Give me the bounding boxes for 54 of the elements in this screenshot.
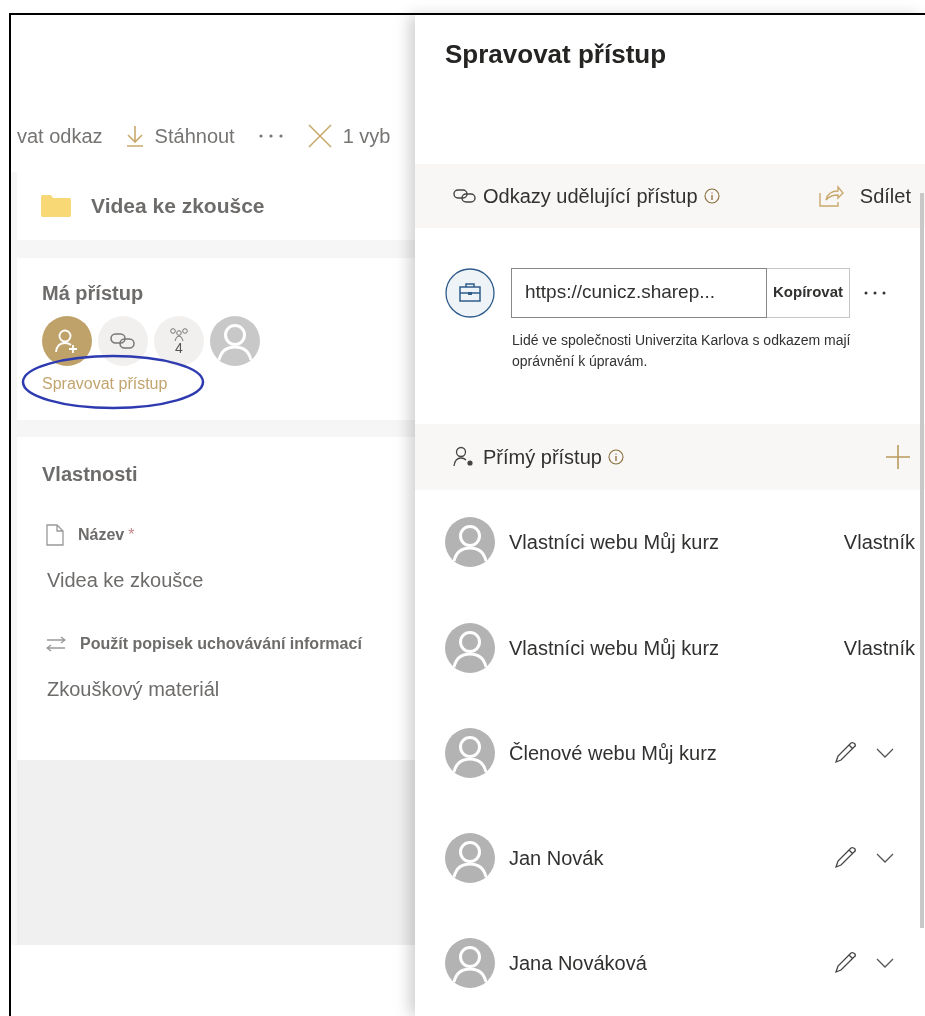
pencil-icon[interactable] [833, 846, 857, 871]
member-role: Vlastník [843, 530, 915, 556]
member-name: Vlastníci webu Můj kurz [509, 530, 721, 556]
selection-count: 1 vyb [342, 124, 391, 149]
pencil-icon[interactable] [833, 740, 857, 765]
chevron-down-icon[interactable] [875, 852, 895, 865]
avatar [445, 938, 495, 989]
member-name: Vlastníci webu Můj kurz [509, 635, 721, 661]
share-button[interactable]: Sdílet [817, 180, 911, 211]
download-icon [124, 124, 145, 148]
avatar [445, 727, 495, 778]
copy-button[interactable]: Kopírovat [767, 267, 850, 318]
section-title: Vlastnosti [42, 462, 139, 487]
avatar [445, 622, 495, 673]
chevron-down-icon[interactable] [875, 957, 895, 970]
share-icon [817, 184, 844, 207]
link-icon [110, 332, 136, 350]
panel-title: Spravovat přístup [444, 38, 668, 71]
more-icon[interactable] [863, 289, 887, 296]
add-person-button[interactable] [42, 316, 92, 366]
swap-icon [46, 636, 66, 652]
scrollbar[interactable] [920, 193, 924, 928]
section-title: Má přístup [42, 281, 145, 306]
person-add-icon [54, 328, 80, 354]
people-icon [168, 327, 190, 341]
field-label: Název [78, 525, 125, 545]
required-marker: * [128, 525, 135, 545]
group-button[interactable]: 4 [154, 316, 204, 366]
section-title: Přímý přístup [483, 444, 602, 470]
toolbar-action[interactable]: vat odkaz [17, 121, 103, 151]
briefcase-icon [445, 267, 495, 318]
download-button[interactable]: Stáhnout [124, 121, 235, 151]
avatar [445, 517, 495, 568]
field-label: Použít popisek uchovávání informací [80, 634, 362, 654]
folder-icon [41, 195, 71, 217]
member-name: Jana Nováková [509, 951, 648, 977]
member-name: Jan Novák [509, 846, 605, 872]
member-count: 4 [175, 341, 183, 355]
chevron-down-icon[interactable] [875, 746, 895, 759]
member-name: Členové webu Můj kurz [509, 740, 718, 766]
section-title: Odkazy udělující přístup [483, 183, 698, 209]
info-icon[interactable] [607, 448, 624, 465]
pencil-icon[interactable] [833, 951, 857, 976]
member-role: Vlastník [843, 635, 915, 661]
field-value: Videa ke zkoušce [47, 568, 205, 593]
document-icon [46, 524, 64, 546]
avatar [445, 833, 495, 884]
item-name: Videa ke zkoušce [91, 193, 265, 220]
link-icon [453, 187, 477, 204]
field-value: Zkouškový materiál [47, 677, 221, 702]
link-description: Lidé ve společnosti Univerzita Karlova s odkazem mají oprávnění k úpravám. [511, 330, 852, 372]
link-button[interactable] [98, 316, 148, 366]
url-field[interactable]: https://cunicz.sharep... [511, 267, 767, 318]
info-icon[interactable] [703, 187, 720, 204]
